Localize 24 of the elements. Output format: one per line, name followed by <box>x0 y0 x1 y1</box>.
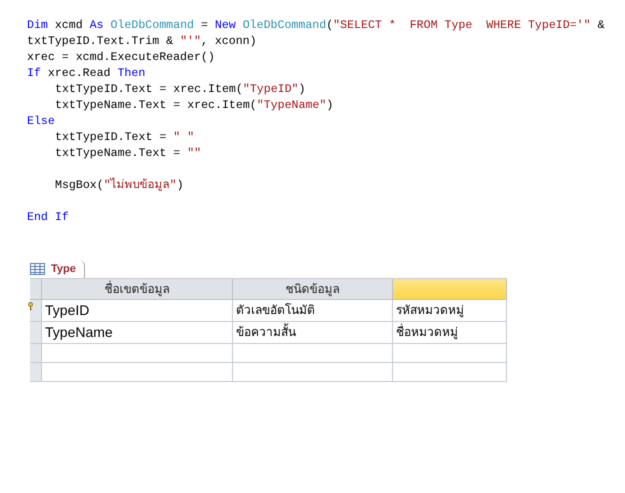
code-line: txtTypeID.Text = " " <box>54 130 194 146</box>
column-header[interactable]: ชื่อเขตข้อมูล <box>42 279 233 300</box>
code-line: End If <box>27 210 69 226</box>
code-line: Else <box>27 114 55 130</box>
key-icon <box>28 302 33 311</box>
table-cell: ข้อความสั้น <box>233 322 393 344</box>
table-tab[interactable]: Type <box>51 260 85 278</box>
code-line: If xrec.Read Then <box>27 66 146 82</box>
code-line: xrec = xcmd.ExecuteReader() <box>27 50 215 66</box>
table-cell: ชื่อหมวดหมู่ <box>393 322 507 344</box>
row-selector[interactable] <box>30 300 42 322</box>
code-line: txtTypeName.Text = "" <box>54 146 202 162</box>
code-line: MsgBox("ไม่พบข้อมูล") <box>54 178 184 194</box>
column-header[interactable]: ชนิดข้อมูล <box>233 279 393 300</box>
code-line: Dim xcmd As OleDbCommand = New OleDbCommand("SELECT * FROM Type WHERE TypeID='" & <box>27 18 605 34</box>
table-cell: TypeName <box>42 322 233 344</box>
table-icon <box>30 263 45 275</box>
code-line: txtTypeName.Text = xrec.Item("TypeName") <box>54 98 334 114</box>
table-cell: รหัสหมวดหมู่ <box>393 300 507 322</box>
column-header[interactable] <box>393 279 507 300</box>
table-cell: ตัวเลขอัตโนมัติ <box>233 300 393 322</box>
code-line: txtTypeID.Text.Trim & "'", xconn) <box>27 34 257 50</box>
code-line: txtTypeID.Text = xrec.Item("TypeID") <box>54 82 306 98</box>
table-cell: TypeID <box>42 300 233 322</box>
